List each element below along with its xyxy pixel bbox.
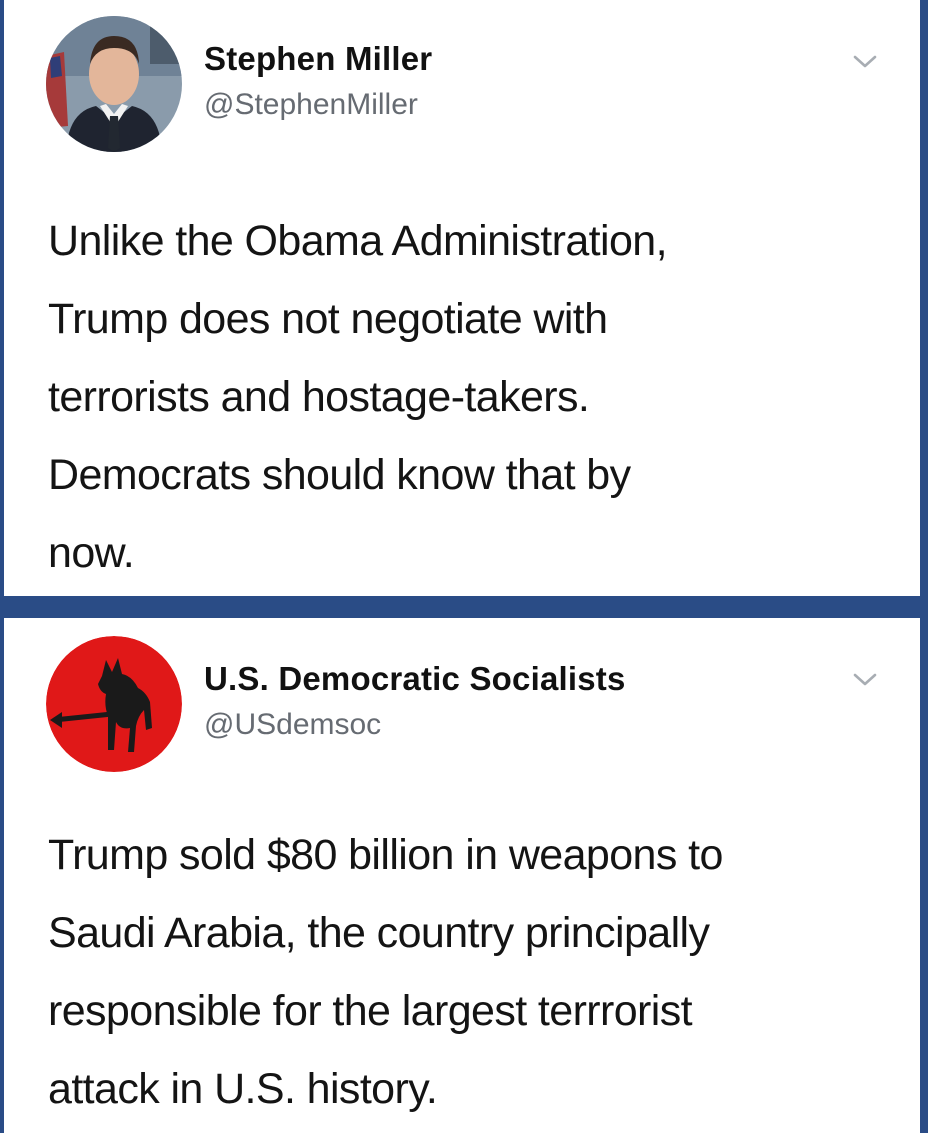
tweet-text: Trump sold $80 billion in weapons to Sau… [48, 831, 723, 1113]
tweet-card-1[interactable]: Stephen Miller @StephenMiller Unlike the… [4, 0, 920, 596]
display-name[interactable]: Stephen Miller [204, 40, 432, 78]
avatar[interactable] [46, 16, 182, 152]
display-name[interactable]: U.S. Democratic Socialists [204, 660, 626, 698]
donkey-logo-icon [46, 636, 182, 772]
tweet-text: Unlike the Obama Administration, Trump d… [48, 217, 668, 577]
chevron-down-icon[interactable] [852, 672, 878, 688]
profile-photo [46, 16, 182, 152]
chevron-down-icon[interactable] [852, 54, 878, 70]
user-handle[interactable]: @USdemsoc [204, 708, 381, 742]
screenshot-page: Stephen Miller @StephenMiller Unlike the… [0, 0, 928, 1133]
user-handle[interactable]: @StephenMiller [204, 88, 418, 122]
avatar[interactable] [46, 636, 182, 772]
tweet-card-2[interactable]: U.S. Democratic Socialists @USdemsoc Tru… [4, 618, 920, 1133]
